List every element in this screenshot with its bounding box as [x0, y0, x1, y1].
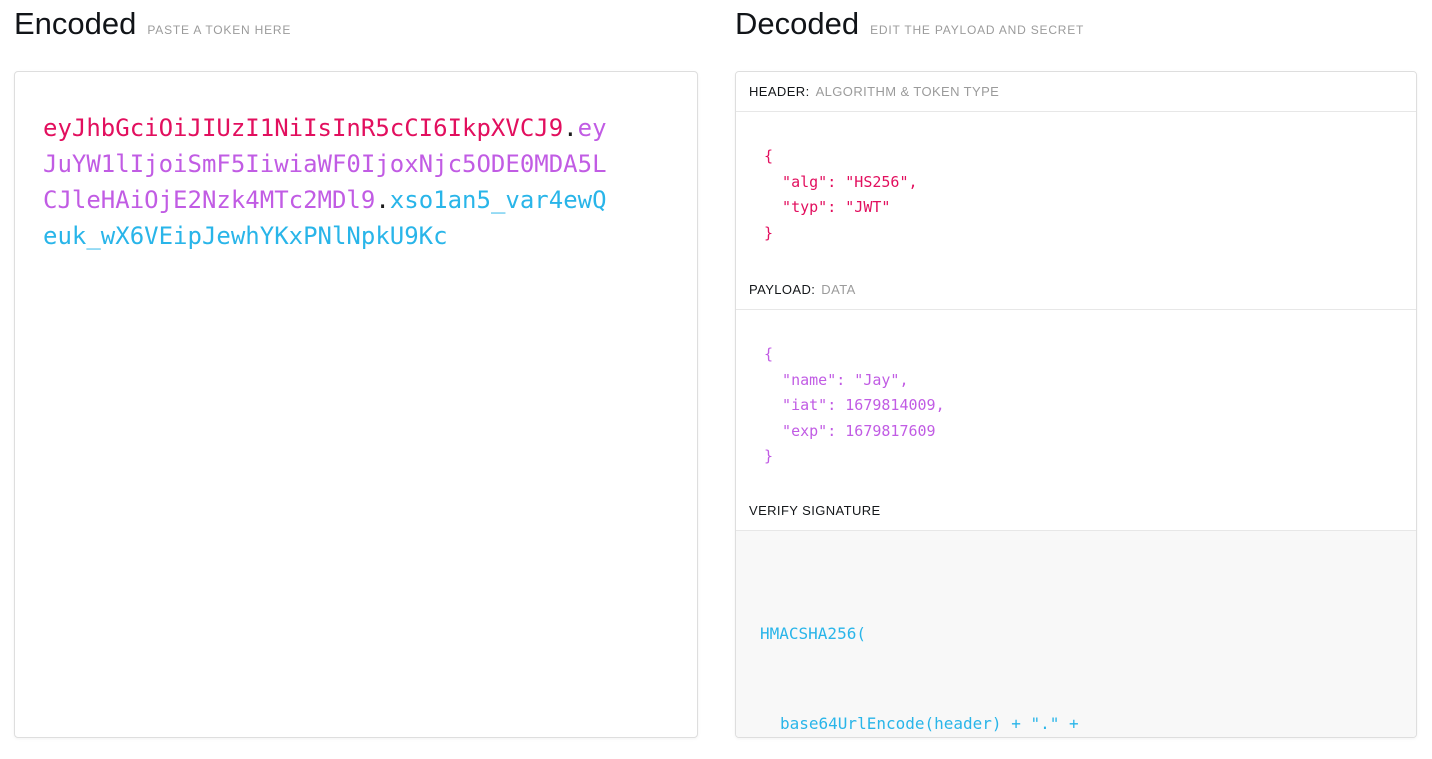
token-segment-dot: .: [563, 114, 578, 142]
decoded-column: Decoded EDIT THE PAYLOAD AND SECRET HEAD…: [735, 0, 1417, 738]
decoded-title: Decoded: [735, 6, 860, 41]
encoded-header: Encoded PASTE A TOKEN HERE: [14, 0, 698, 71]
payload-section-sublabel: DATA: [821, 282, 856, 297]
payload-section-bar: PAYLOAD: DATA: [736, 270, 1416, 310]
header-section-bar: HEADER: ALGORITHM & TOKEN TYPE: [736, 72, 1416, 112]
token-segment-payload: CJleHAiOjE2Nzk4MTc2MDl9: [43, 186, 376, 214]
signature-code-line: HMACSHA256(: [760, 624, 866, 643]
token-segment-signature: xso1an5_var4ewQ: [389, 186, 607, 214]
encoded-subtitle: PASTE A TOKEN HERE: [147, 23, 292, 37]
decoded-panel: HEADER: ALGORITHM & TOKEN TYPE { "alg": …: [735, 71, 1417, 738]
encoded-token[interactable]: eyJhbGciOiJIUzI1NiIsInR5cCI6IkpXVCJ9.ey J…: [43, 110, 669, 254]
token-segment-payload: ey: [577, 114, 607, 142]
token-segment-payload: JuYW1lIjoiSmF5IiwiaWF0IjoxNjc5ODE0MDA5L: [43, 150, 607, 178]
signature-section-bar: VERIFY SIGNATURE: [736, 491, 1416, 531]
token-line: CJleHAiOjE2Nzk4MTc2MDl9.xso1an5_var4ewQ: [43, 182, 669, 218]
header-json-editor[interactable]: { "alg": "HS256", "typ": "JWT" }: [736, 112, 1416, 270]
verify-signature-area: HMACSHA256( base64UrlEncode(header) + ".…: [736, 531, 1416, 737]
header-section-sublabel: ALGORITHM & TOKEN TYPE: [815, 84, 1000, 99]
token-segment-dot: .: [375, 186, 390, 214]
jwt-debugger-page: Encoded PASTE A TOKEN HERE eyJhbGciOiJIU…: [0, 0, 1432, 738]
token-line: JuYW1lIjoiSmF5IiwiaWF0IjoxNjc5ODE0MDA5L: [43, 146, 669, 182]
token-segment-header: eyJhbGciOiJIUzI1NiIsInR5cCI6IkpXVCJ9: [43, 114, 564, 142]
token-line: euk_wX6VEipJewhYKxPNlNpkU9Kc: [43, 218, 669, 254]
decoded-subtitle: EDIT THE PAYLOAD AND SECRET: [870, 23, 1085, 37]
token-line: eyJhbGciOiJIUzI1NiIsInR5cCI6IkpXVCJ9.ey: [43, 110, 669, 146]
encoded-token-editor[interactable]: eyJhbGciOiJIUzI1NiIsInR5cCI6IkpXVCJ9.ey J…: [14, 71, 698, 738]
signature-code-line: base64UrlEncode(header) + "." +: [780, 714, 1079, 733]
signature-section-label: VERIFY SIGNATURE: [749, 503, 881, 518]
payload-section-label: PAYLOAD:: [749, 282, 816, 297]
token-segment-signature: euk_wX6VEipJewhYKxPNlNpkU9Kc: [43, 222, 448, 250]
encoded-column: Encoded PASTE A TOKEN HERE eyJhbGciOiJIU…: [14, 0, 698, 738]
header-section-label: HEADER:: [749, 84, 810, 99]
encoded-title: Encoded: [14, 6, 137, 41]
decoded-header: Decoded EDIT THE PAYLOAD AND SECRET: [735, 0, 1417, 71]
payload-json-editor[interactable]: { "name": "Jay", "iat": 1679814009, "exp…: [736, 310, 1416, 491]
